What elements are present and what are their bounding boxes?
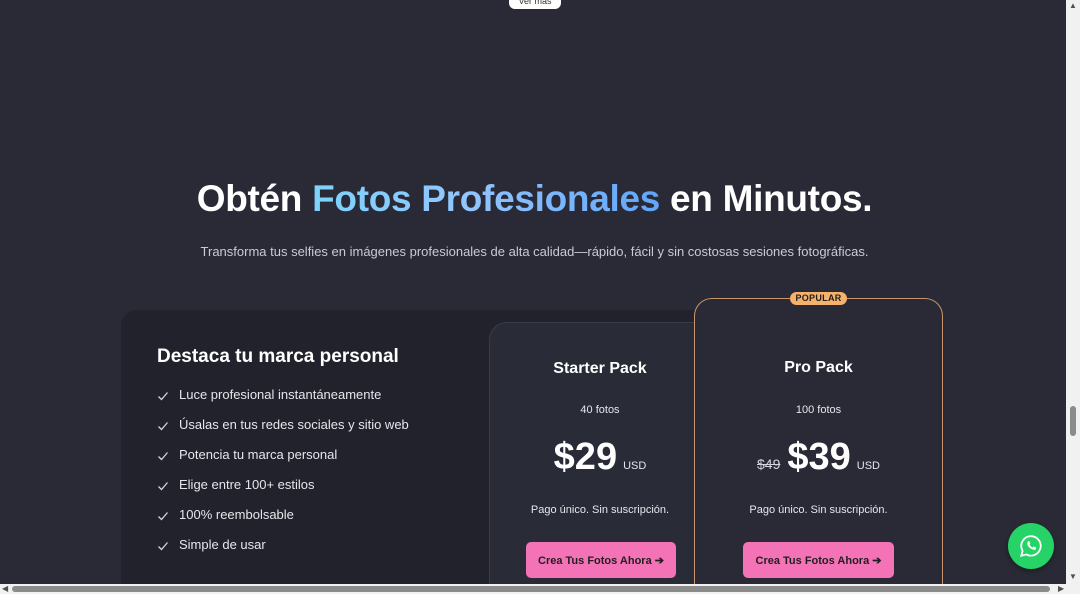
vertical-scrollbar[interactable]: ▲ ▼ <box>1066 0 1080 584</box>
create-photos-button-pro[interactable]: Crea Tus Fotos Ahora ➔ <box>743 542 894 578</box>
benefit-label: Elige entre 100+ estilos <box>179 477 315 492</box>
check-icon <box>158 482 168 491</box>
vertical-scrollbar-thumb[interactable] <box>1070 406 1076 436</box>
price-currency: USD <box>623 460 647 472</box>
benefits-list: Luce profesional instantáneamente Úsalas… <box>157 387 409 567</box>
check-icon <box>158 422 168 431</box>
plan-name: Pro Pack <box>784 359 853 376</box>
benefit-item: Simple de usar <box>157 537 409 567</box>
check-icon <box>158 392 168 401</box>
scroll-up-icon[interactable]: ▲ <box>1069 1 1077 11</box>
benefit-label: Simple de usar <box>179 537 266 552</box>
price-old-amount: $49 <box>757 456 781 472</box>
benefit-item: Potencia tu marca personal <box>157 447 409 477</box>
plan-price: $29 USD <box>489 436 711 479</box>
create-photos-button-starter[interactable]: Crea Tus Fotos Ahora ➔ <box>526 542 676 578</box>
headline-highlight: Fotos Profesionales <box>312 178 661 219</box>
headline-start: Obtén <box>196 178 313 219</box>
check-icon <box>158 512 168 521</box>
benefit-label: 100% reembolsable <box>179 507 294 522</box>
horizontal-scrollbar-thumb[interactable] <box>12 586 1050 592</box>
check-icon <box>158 452 168 461</box>
plan-photo-count: 40 fotos <box>580 404 620 416</box>
benefit-item: 100% reembolsable <box>157 507 409 537</box>
scroll-right-icon[interactable]: ▶ <box>1058 584 1064 594</box>
scroll-left-icon[interactable]: ◀ <box>2 584 8 594</box>
scroll-down-icon[interactable]: ▼ <box>1069 572 1077 582</box>
check-icon <box>158 542 168 551</box>
benefit-item: Úsalas en tus redes sociales y sitio web <box>157 417 409 447</box>
price-currency: USD <box>856 460 880 472</box>
price-amount: $29 <box>553 436 618 478</box>
plan-name: Starter Pack <box>553 360 647 377</box>
page-content: Ver más Obtén Fotos Profesionales en Min… <box>0 0 1066 584</box>
benefits-title: Destaca tu marca personal <box>157 346 399 367</box>
plan-photo-count: 100 fotos <box>795 404 842 416</box>
whatsapp-icon <box>1020 535 1042 557</box>
popular-badge: POPULAR <box>790 292 847 305</box>
page-headline: Obtén Fotos Profesionales en Minutos. <box>0 178 1066 220</box>
plan-note: Pago único. Sin suscripción. <box>530 504 670 516</box>
headline-end: en Minutos. <box>660 178 873 219</box>
whatsapp-button[interactable] <box>1008 523 1054 569</box>
benefit-item: Elige entre 100+ estilos <box>157 477 409 507</box>
benefit-label: Potencia tu marca personal <box>179 447 338 462</box>
price-amount: $39 <box>787 436 851 478</box>
benefit-item: Luce profesional instantáneamente <box>157 387 409 417</box>
plan-note: Pago único. Sin suscripción. <box>749 504 888 516</box>
see-more-button[interactable]: Ver más <box>509 0 561 9</box>
plan-price: $49 $39 USD <box>694 436 943 479</box>
benefit-label: Úsalas en tus redes sociales y sitio web <box>179 417 409 432</box>
benefit-label: Luce profesional instantáneamente <box>179 387 382 402</box>
page-subheadline: Transforma tus selfies en imágenes profe… <box>200 244 869 259</box>
horizontal-scrollbar[interactable]: ◀ ▶ <box>0 584 1080 594</box>
